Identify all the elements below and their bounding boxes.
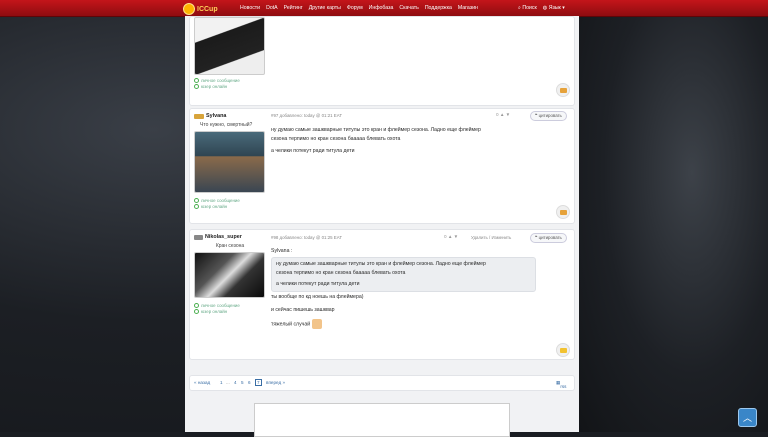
user-title: Что нужно, смертный? bbox=[200, 122, 253, 128]
medal-icon bbox=[556, 83, 570, 97]
online-icon bbox=[194, 309, 199, 314]
quote-button[interactable]: ❝ цитировать bbox=[530, 233, 567, 243]
nav-news[interactable]: Новости bbox=[240, 5, 260, 11]
quote-line: сезона терпимо но кран сезона бааааа бле… bbox=[276, 269, 406, 276]
scroll-to-top-button[interactable]: ︿ bbox=[738, 408, 757, 427]
logo-text: ICCup bbox=[197, 5, 218, 13]
message-icon bbox=[194, 198, 199, 203]
page-1[interactable]: 1 bbox=[220, 380, 223, 385]
post-actions: Удалить / Изменить bbox=[471, 235, 512, 240]
author-name[interactable]: Nikolas_super bbox=[194, 234, 266, 240]
page-ellipsis: ... bbox=[226, 380, 230, 385]
post-line: тяжелый случай bbox=[271, 321, 311, 328]
avatar bbox=[194, 252, 265, 298]
post-line: ты вообще по кд ноешь на флеймера) bbox=[271, 294, 364, 300]
post-line-with-emoticon: тяжелый случай bbox=[271, 319, 363, 329]
logo-icon bbox=[183, 3, 195, 15]
medal-icon bbox=[556, 343, 570, 357]
quote-label: цитировать bbox=[538, 113, 562, 118]
page-background-right bbox=[578, 0, 768, 432]
post-meta: #97 добавлено: today @ 01:21 EAT bbox=[271, 113, 343, 118]
online-icon bbox=[194, 204, 199, 209]
quote-block: ну думаю самые зашкварные титулы это кра… bbox=[271, 257, 536, 292]
chevron-up-icon: ︿ bbox=[742, 413, 752, 423]
header-tools: ⌕ Поиск ◍ Язык ▾ bbox=[518, 5, 565, 12]
emoticon-icon bbox=[311, 319, 322, 329]
post-line: а челики потекут ради титула дети bbox=[271, 148, 355, 154]
private-message-link[interactable]: личное сообщение bbox=[194, 198, 266, 203]
quote-line: ну думаю самые зашкварные титулы это кра… bbox=[276, 261, 486, 267]
username-text: Sylvana bbox=[206, 113, 227, 119]
post-rating[interactable]: 0 ▲ ▼ bbox=[496, 112, 510, 117]
forum-post-98: Nikolas_super Кран сезона личное сообщен… bbox=[189, 229, 575, 360]
rank-icon bbox=[194, 234, 203, 240]
quote-button[interactable]: ❝ цитировать bbox=[530, 111, 567, 121]
private-message-link[interactable]: личное сообщение bbox=[194, 78, 266, 83]
delete-link[interactable]: Удалить bbox=[471, 235, 488, 240]
post-line: сезона терпимо но кран сезона бааааа бле… bbox=[271, 135, 401, 142]
nav-forum[interactable]: Форум bbox=[347, 5, 363, 11]
edit-link[interactable]: Изменить bbox=[491, 235, 511, 240]
site-logo[interactable]: ICCup bbox=[183, 3, 218, 15]
main-nav: Новости DotA Рейтинг Другие карты Форум … bbox=[240, 5, 478, 11]
pager-forward[interactable]: вперед » bbox=[266, 380, 285, 385]
post-rating[interactable]: 0 ▲ ▼ bbox=[444, 234, 458, 239]
message-icon bbox=[194, 78, 199, 83]
author-name[interactable]: Sylvana bbox=[194, 113, 266, 119]
search-label: Поиск bbox=[522, 5, 537, 11]
online-status: юзер онлайн bbox=[194, 84, 266, 89]
search-button[interactable]: ⌕ Поиск bbox=[518, 5, 537, 12]
link-label: личное сообщение bbox=[201, 303, 240, 308]
post-author-box: Nikolas_super Кран сезона личное сообщен… bbox=[194, 234, 266, 314]
avatar bbox=[194, 131, 265, 193]
username-text: Nikolas_super bbox=[205, 234, 242, 240]
post-body: ты вообще по кд ноешь на флеймера) и сей… bbox=[271, 293, 363, 329]
status-label: юзер онлайн bbox=[201, 204, 228, 209]
post-line: ну думаю самые зашкварные титулы это кра… bbox=[271, 127, 481, 133]
forum-post-previous: личное сообщение юзер онлайн bbox=[189, 16, 575, 106]
online-status: юзер онлайн bbox=[194, 204, 266, 209]
page-7-current[interactable]: 7 bbox=[255, 379, 262, 386]
status-label: юзер онлайн bbox=[201, 309, 228, 314]
nav-dota[interactable]: DotA bbox=[266, 5, 278, 11]
rating-value: 0 bbox=[444, 234, 447, 239]
pagination: « назад 1 ... 4 5 6 7 вперед » ▦ rss bbox=[189, 375, 575, 391]
forum-post-97: Sylvana Что нужно, смертный? личное сооб… bbox=[189, 108, 575, 224]
quote-author: Sylvana : bbox=[271, 248, 293, 254]
page-6[interactable]: 6 bbox=[248, 380, 251, 385]
medal-icon bbox=[556, 205, 570, 219]
quote-line: а челики потекут ради титула дети bbox=[276, 281, 360, 287]
rss-label: rss bbox=[560, 384, 567, 389]
post-author-box: личное сообщение юзер онлайн bbox=[194, 17, 266, 89]
nav-infobase[interactable]: Инфобаза bbox=[369, 5, 394, 11]
language-button[interactable]: ◍ Язык ▾ bbox=[543, 5, 565, 12]
rank-icon bbox=[194, 113, 204, 119]
post-body: ну думаю самые зашкварные титулы это кра… bbox=[271, 126, 481, 156]
rating-value: 0 bbox=[496, 112, 499, 117]
pager-back[interactable]: « назад bbox=[194, 380, 210, 385]
link-label: личное сообщение bbox=[201, 198, 240, 203]
page-5[interactable]: 5 bbox=[241, 380, 244, 385]
rss-link[interactable]: ▦ rss bbox=[556, 380, 566, 389]
nav-other-maps[interactable]: Другие карты bbox=[309, 5, 341, 11]
nav-support[interactable]: Поддержка bbox=[425, 5, 452, 11]
user-title: Кран сезона bbox=[215, 243, 245, 249]
post-line: и сейчас пишешь зашквар bbox=[271, 306, 335, 313]
avatar bbox=[194, 17, 265, 75]
status-label: юзер онлайн bbox=[201, 84, 228, 89]
nav-rating[interactable]: Рейтинг bbox=[284, 5, 303, 11]
link-label: личное сообщение bbox=[201, 78, 240, 83]
top-navigation-bar: ICCup Новости DotA Рейтинг Другие карты … bbox=[0, 0, 768, 17]
language-label: Язык bbox=[548, 5, 561, 11]
online-status: юзер онлайн bbox=[194, 309, 266, 314]
online-icon bbox=[194, 84, 199, 89]
private-message-link[interactable]: личное сообщение bbox=[194, 303, 266, 308]
nav-download[interactable]: Скачать bbox=[399, 5, 418, 11]
message-icon bbox=[194, 303, 199, 308]
quote-label: цитировать bbox=[538, 235, 562, 240]
post-meta: #98 добавлено: today @ 01:25 EAT bbox=[271, 235, 343, 240]
nav-shop[interactable]: Магазин bbox=[458, 5, 478, 11]
page-4[interactable]: 4 bbox=[234, 380, 237, 385]
post-author-box: Sylvana Что нужно, смертный? личное сооб… bbox=[194, 113, 266, 209]
